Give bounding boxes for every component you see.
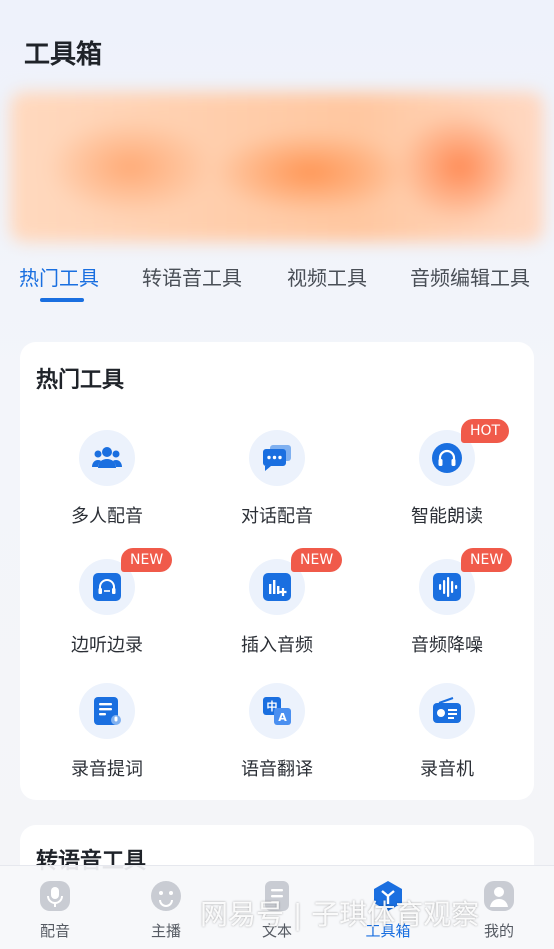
tool-dialogue-dubbing[interactable]: 对话配音 [192, 430, 362, 540]
tool-insert-audio[interactable]: NEW 插入音频 [192, 548, 362, 669]
mic-icon [39, 880, 71, 912]
promo-banner[interactable] [10, 92, 544, 242]
nav-label: 配音 [39, 922, 70, 940]
chat-bubble-icon [249, 430, 305, 486]
svg-text:A: A [278, 711, 287, 724]
translate-icon: 中 A [249, 683, 305, 739]
multi-person-icon [79, 430, 135, 486]
tool-voice-recorder[interactable]: 录音机 [362, 683, 532, 793]
tool-audio-denoise[interactable]: NEW 音频降噪 [362, 548, 532, 669]
tool-label: 录音机 [420, 759, 474, 780]
nav-label: 主播 [150, 922, 181, 940]
tool-smart-reading[interactable]: HOT 智能朗读 [362, 419, 532, 540]
recorder-icon [419, 683, 475, 739]
tool-listen-and-record[interactable]: NEW 边听边录 [22, 548, 192, 669]
active-tab-indicator [40, 298, 84, 302]
page-title: 工具箱 [24, 40, 103, 70]
tab-video-tools[interactable]: 视频工具 [287, 262, 367, 291]
tool-label: 边听边录 [71, 635, 143, 656]
hot-tools-card: 热门工具 多人配音 对话配音 HOT 智能朗读 NEW 边听边录 NEW 插入音… [20, 342, 534, 800]
hot-badge: HOT [461, 419, 510, 443]
nav-anchor[interactable]: 主播 [126, 876, 206, 946]
tab-tts-tools[interactable]: 转语音工具 [142, 262, 242, 291]
tool-label: 语音翻译 [241, 759, 313, 780]
nav-dubbing[interactable]: 配音 [15, 876, 95, 946]
tab-audio-edit-tools[interactable]: 音频编辑工具 [410, 262, 530, 291]
tool-label: 对话配音 [241, 506, 313, 527]
tool-label: 音频降噪 [411, 635, 483, 656]
tool-label: 插入音频 [241, 635, 313, 656]
tab-hot-tools[interactable]: 热门工具 [19, 262, 99, 291]
category-tabs: 热门工具 转语音工具 视频工具 音频编辑工具 [0, 262, 554, 306]
watermark-overlay: 网易号 | 子琪体育观察 [200, 898, 480, 931]
tool-multi-person-dubbing[interactable]: 多人配音 [22, 430, 192, 540]
new-badge: NEW [291, 548, 343, 572]
tool-label: 智能朗读 [411, 506, 483, 527]
section-title: 热门工具 [36, 368, 125, 393]
tool-label: 录音提词 [71, 759, 143, 780]
new-badge: NEW [461, 548, 513, 572]
profile-icon [483, 880, 515, 912]
tool-recording-teleprompter[interactable]: 录音提词 [22, 683, 192, 793]
tool-label: 多人配音 [71, 506, 143, 527]
new-badge: NEW [121, 548, 173, 572]
teleprompter-icon [79, 683, 135, 739]
face-icon [150, 880, 182, 912]
tool-voice-translation[interactable]: 中 A 语音翻译 [192, 683, 362, 793]
